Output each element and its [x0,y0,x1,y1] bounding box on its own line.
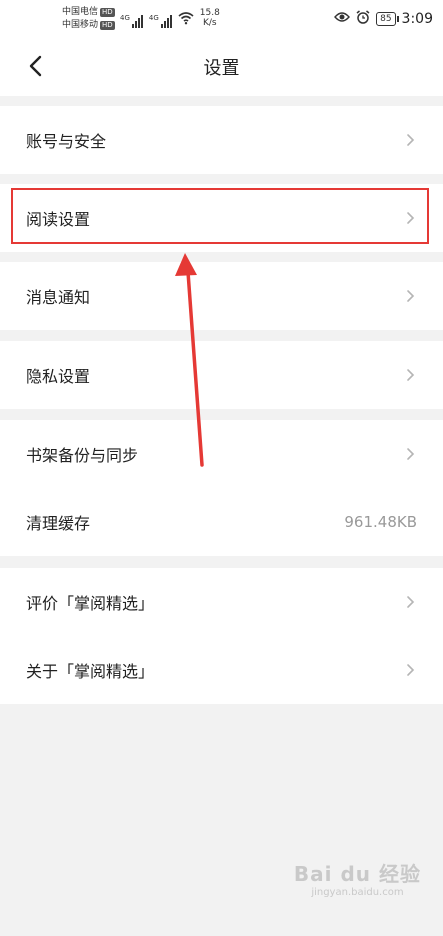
settings-group-privacy: 隐私设置 [0,341,443,409]
settings-item-label: 阅读设置 [26,210,91,229]
settings-item-label: 书架备份与同步 [26,446,139,465]
chevron-right-icon [407,664,415,676]
hd-badge: HD [100,8,115,17]
alarm-icon [356,10,370,28]
settings-item-label: 关于「掌阅精选」 [26,662,155,681]
page-title: 设置 [203,58,240,79]
watermark-logo: Bai du 经验 [293,862,421,886]
settings-item-label: 隐私设置 [26,367,91,386]
settings-group-notifications: 消息通知 [0,262,443,330]
status-right: 85 3:09 [334,10,433,28]
wifi-icon [178,12,194,28]
chevron-right-icon [407,212,415,224]
settings-item-message-notifications[interactable]: 消息通知 [0,262,443,330]
navigation-bar: 设置 [0,38,443,96]
clock: 3:09 [401,11,433,27]
watermark-url: jingyan.baidu.com [311,887,404,898]
chevron-right-icon [407,369,415,381]
settings-group-reading: 阅读设置 [0,184,443,252]
signal-icon: 4G [120,14,143,28]
hd-badge: HD [100,21,115,30]
chevron-right-icon [407,134,415,146]
watermark: Bai du 经验 jingyan.baidu.com [294,858,421,898]
network-speed: 15.8 K/s [199,8,220,28]
settings-item-reading-settings[interactable]: 阅读设置 [0,184,443,252]
chevron-right-icon [407,290,415,302]
carrier-2: 中国移动 [62,20,99,30]
settings-item-label: 账号与安全 [26,132,107,151]
settings-item-privacy-settings[interactable]: 隐私设置 [0,341,443,409]
settings-item-account-security[interactable]: 账号与安全 [0,106,443,174]
eye-icon [334,11,351,27]
settings-item-label: 清理缓存 [26,514,91,533]
settings-group-about: 评价「掌阅精选」 关于「掌阅精选」 [0,568,443,704]
settings-group-account: 账号与安全 [0,106,443,174]
settings-item-rate-app[interactable]: 评价「掌阅精选」 [0,568,443,636]
signal-icon: 4G [149,14,172,28]
signal-indicators: 4G 4G 15.8 K/s [120,8,220,28]
settings-item-bookshelf-backup-sync[interactable]: 书架备份与同步 [0,420,443,488]
carrier-info: 中国电信 HD 中国移动 HD [62,6,115,32]
chevron-right-icon [407,448,415,460]
status-bar: 中国电信 HD 中国移动 HD 4G 4G 15.8 K/s 85 3:09 [0,0,443,38]
settings-item-clear-cache[interactable]: 清理缓存 961.48KB [0,488,443,556]
settings-item-about-app[interactable]: 关于「掌阅精选」 [0,636,443,704]
settings-item-label: 评价「掌阅精选」 [26,594,155,613]
chevron-right-icon [407,596,415,608]
carrier-1: 中国电信 [62,7,99,17]
cache-size-value: 961.48KB [344,513,417,531]
settings-group-bookshelf: 书架备份与同步 清理缓存 961.48KB [0,420,443,556]
battery-indicator: 85 [376,12,400,26]
settings-item-label: 消息通知 [26,288,91,307]
